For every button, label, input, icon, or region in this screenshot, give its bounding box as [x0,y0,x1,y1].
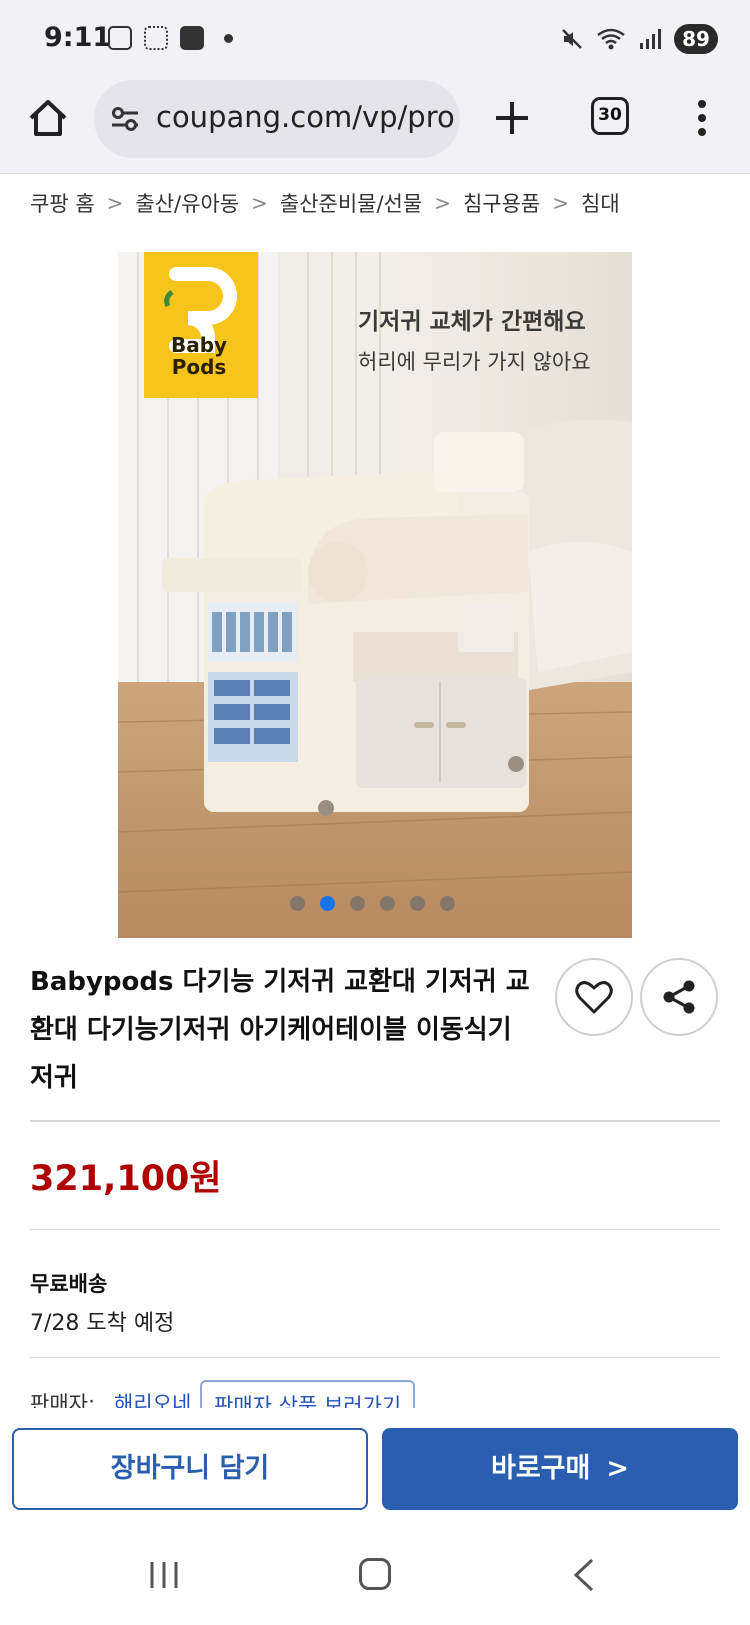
breadcrumb-item[interactable]: 출산준비물/선물 [280,188,422,218]
battery-indicator: 89 [674,24,718,54]
new-tab-icon[interactable] [490,96,534,140]
add-to-cart-button[interactable]: 장바구니 담기 [12,1428,368,1510]
pager-dot[interactable] [290,896,305,911]
carousel-pager[interactable] [290,896,455,911]
share-icon [663,980,695,1014]
divider [30,1120,720,1122]
breadcrumb-item[interactable]: 쿠팡 홈 [30,188,95,218]
browser-toolbar: coupang.com/vp/pro 30 [0,80,750,174]
system-nav-bar [0,1530,750,1625]
buy-now-label: 바로구매 [491,1453,591,1484]
image-headline: 기저귀 교체가 간편해요 [358,309,586,335]
pager-dot-active[interactable] [320,896,335,911]
home-icon[interactable] [26,96,70,140]
chevron-right-icon: > [552,191,569,215]
recent-apps-icon[interactable] [148,1560,180,1590]
pay-icon [180,26,204,50]
heart-icon [575,981,613,1014]
breadcrumb-item[interactable]: 침구용품 [463,188,540,218]
divider [30,1357,720,1358]
brand-logo-text: Baby Pods [170,333,228,379]
chevron-right-icon: > [606,1453,629,1484]
chevron-right-icon: > [251,191,268,215]
product-image-carousel[interactable]: Baby Pods 기저귀 교체가 간편해요 허리에 무리가 가지 않아요 [118,252,632,938]
mute-icon [562,29,582,49]
url-text: coupang.com/vp/pro [156,100,455,134]
breadcrumb-item[interactable]: 침대 [581,188,620,218]
buy-now-button[interactable]: 바로구매 > [382,1428,738,1510]
seller-label: 판매자: [30,1392,96,1408]
pager-dot[interactable] [380,896,395,911]
wishlist-button[interactable] [555,958,633,1036]
notification-dot-icon [224,33,233,43]
chevron-right-icon: > [106,191,124,215]
back-icon[interactable] [572,1558,596,1592]
status-bar: 9:11 89 [0,0,750,80]
breadcrumb: 쿠팡 홈 > 출산/유아동 > 출산준비물/선물 > 침구용품 > 침대 [30,188,620,218]
tab-switcher-button[interactable]: 30 [591,97,629,135]
status-time: 9:11 [44,22,112,53]
seller-name-link[interactable]: 해리오네 [114,1388,191,1408]
shipping-label: 무료배송 [30,1272,108,1296]
home-nav-icon[interactable] [359,1558,391,1590]
seller-row: 판매자: 해리오네 판매자 상품 보러가기 [30,1380,730,1408]
price: 321,100원 [30,1159,222,1199]
pager-dot[interactable] [350,896,365,911]
breadcrumb-item[interactable]: 출산/유아동 [135,188,239,218]
grid-app-icon [144,26,168,50]
signal-icon [640,29,661,49]
seller-products-button[interactable]: 판매자 상품 보러가기 [200,1380,416,1408]
pager-dot[interactable] [410,896,425,911]
image-subline: 허리에 무리가 가지 않아요 [358,350,591,374]
wifi-icon [597,28,625,50]
pager-dot[interactable] [440,896,455,911]
shipping-date: 7/28 도착 예정 [30,1311,175,1336]
address-bar[interactable]: coupang.com/vp/pro [94,80,460,158]
more-menu-icon[interactable] [692,96,712,140]
screenshot-icon [108,26,132,50]
share-button[interactable] [640,958,718,1036]
divider [30,1229,720,1230]
product-title: Babypods 다기능 기저귀 교환대 기저귀 교환대 다기능기저귀 아기케어… [30,967,530,1093]
site-settings-icon[interactable] [110,106,140,132]
chevron-right-icon: > [434,191,451,215]
